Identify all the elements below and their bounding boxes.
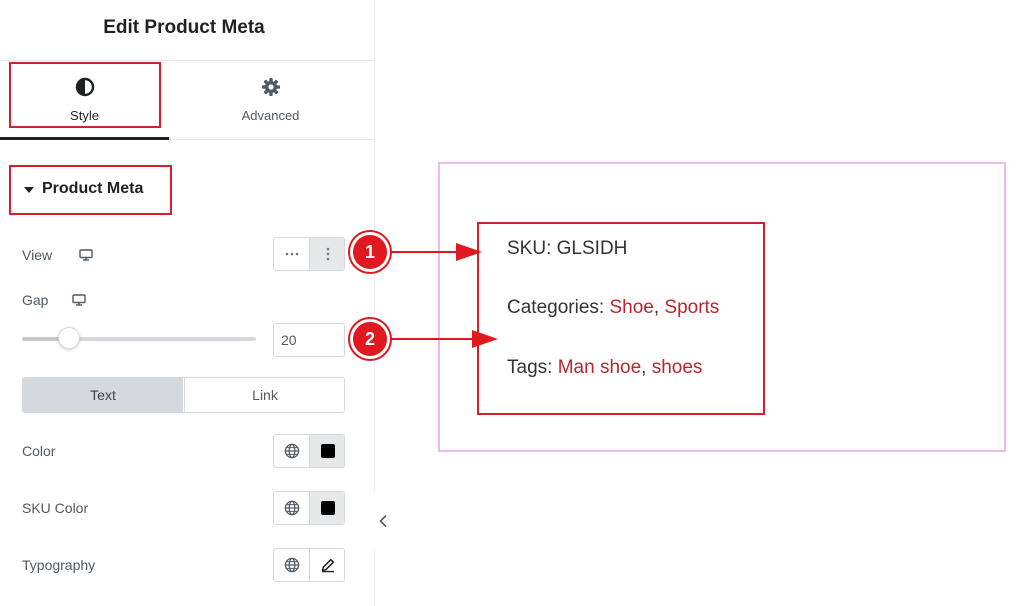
annotation-arrows [390, 243, 498, 348]
annotation-marker-1: 1 [350, 232, 390, 272]
annotation-marker-2: 2 [350, 319, 390, 359]
